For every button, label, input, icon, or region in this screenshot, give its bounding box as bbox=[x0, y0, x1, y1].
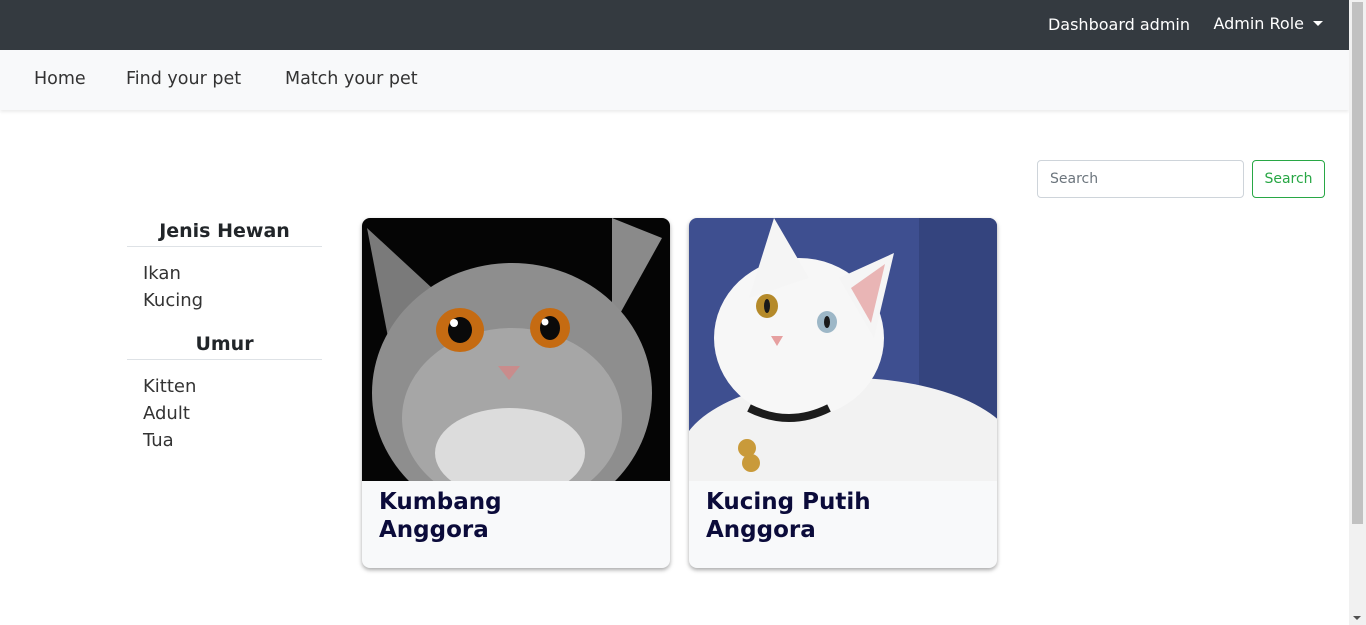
umur-heading: Umur bbox=[127, 333, 322, 360]
jenis-hewan-list: Ikan Kucing bbox=[127, 247, 322, 314]
nav-home[interactable]: Home bbox=[34, 69, 86, 89]
jenis-hewan-heading: Jenis Hewan bbox=[127, 220, 322, 247]
pet-card[interactable]: Kucing Putih Anggora bbox=[689, 218, 997, 568]
nav-match-your-pet[interactable]: Match your pet bbox=[285, 69, 418, 89]
page-scrollbar[interactable] bbox=[1349, 0, 1366, 625]
filter-item-kitten[interactable]: Kitten bbox=[143, 373, 322, 400]
admin-role-label: Admin Role bbox=[1213, 14, 1304, 33]
search-input[interactable] bbox=[1037, 160, 1244, 198]
scrollbar-thumb[interactable] bbox=[1352, 2, 1363, 524]
umur-list: Kitten Adult Tua bbox=[127, 360, 322, 454]
dashboard-admin-link[interactable]: Dashboard admin bbox=[1048, 15, 1190, 34]
filter-item-ikan[interactable]: Ikan bbox=[143, 260, 322, 287]
scroll-down-icon[interactable] bbox=[1353, 616, 1361, 620]
caret-down-icon bbox=[1313, 21, 1323, 26]
nav-find-your-pet[interactable]: Find your pet bbox=[126, 69, 241, 89]
grey-cat-photo bbox=[362, 218, 670, 523]
search-button[interactable]: Search bbox=[1252, 160, 1325, 198]
pet-card[interactable]: Kumbang Anggora bbox=[362, 218, 670, 568]
filter-item-adult[interactable]: Adult bbox=[143, 400, 322, 427]
filter-item-tua[interactable]: Tua bbox=[143, 427, 322, 454]
white-cat-photo bbox=[689, 218, 997, 538]
main-navbar: Home Find your pet Match your pet bbox=[0, 50, 1349, 110]
pet-card-title: Kumbang Anggora bbox=[379, 489, 502, 543]
pet-card-title: Kucing Putih Anggora bbox=[706, 489, 871, 543]
admin-role-dropdown[interactable]: Admin Role bbox=[1213, 14, 1323, 33]
top-navbar: Dashboard admin Admin Role bbox=[0, 0, 1349, 50]
filter-item-kucing[interactable]: Kucing bbox=[143, 287, 322, 314]
filter-sidebar: Jenis Hewan Ikan Kucing Umur Kitten Adul… bbox=[127, 220, 322, 454]
